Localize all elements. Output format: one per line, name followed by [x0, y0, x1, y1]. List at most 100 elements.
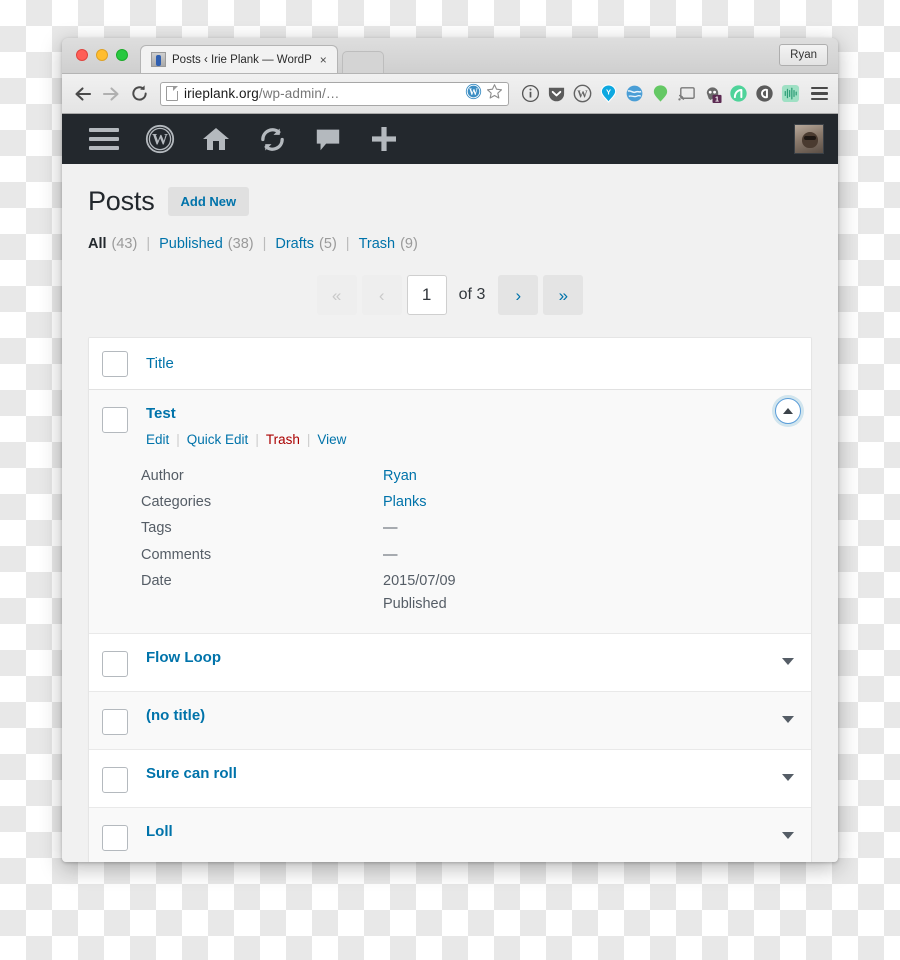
browser-tab-active[interactable]: Posts ‹ Irie Plank — WordP × — [140, 45, 338, 73]
wordpress-logo-icon[interactable]: W — [132, 114, 188, 164]
post-row-texts: (no title) — [146, 708, 798, 725]
row-action-view[interactable]: View — [317, 432, 346, 447]
bookmark-star-icon[interactable] — [486, 83, 503, 105]
row-action-quick-edit[interactable]: Quick Edit — [187, 432, 249, 447]
extensions-bar: W Y 1 — [517, 84, 800, 103]
wordpress-icon[interactable]: W — [465, 83, 482, 105]
expand-row-toggle[interactable] — [779, 710, 797, 728]
filter-trash[interactable]: Trash (9) — [359, 236, 418, 252]
next-page-button[interactable]: › — [498, 275, 539, 315]
post-row-main: Sure can roll — [89, 750, 811, 807]
table-row: Loll — [89, 808, 811, 862]
add-new-button[interactable]: Add New — [167, 187, 250, 216]
reload-icon[interactable] — [126, 81, 152, 107]
filter-published-label: Published — [159, 236, 223, 252]
minimize-window-button[interactable] — [96, 49, 108, 61]
close-window-button[interactable] — [76, 49, 88, 61]
detail-label: Categories — [141, 493, 212, 510]
chrome-menu-icon[interactable] — [808, 86, 830, 101]
browser-tab-strip: Posts ‹ Irie Plank — WordP × Ryan — [62, 38, 838, 74]
post-row-texts: Flow Loop — [146, 650, 798, 667]
back-arrow-icon[interactable] — [70, 81, 96, 107]
filter-published[interactable]: Published (38) — [159, 236, 253, 252]
evernote-icon[interactable] — [755, 84, 774, 103]
menu-toggle-icon[interactable] — [76, 114, 132, 164]
pocket-icon[interactable] — [547, 84, 566, 103]
post-title-link[interactable]: Loll — [146, 824, 798, 841]
page-title: Posts — [88, 186, 155, 216]
expand-row-toggle[interactable] — [779, 826, 797, 844]
comments-icon[interactable] — [300, 114, 356, 164]
current-page-input[interactable]: 1 — [406, 275, 447, 315]
new-content-icon[interactable] — [356, 114, 412, 164]
post-details: Author Ryan Categories Planks Tags — Com… — [89, 461, 811, 634]
filter-all-label: All — [88, 236, 107, 252]
updates-icon[interactable] — [244, 114, 300, 164]
ghostery-icon[interactable]: 1 — [703, 84, 722, 103]
prev-page-button: ‹ — [361, 275, 402, 315]
browser-window: Posts ‹ Irie Plank — WordP × Ryan iriepl… — [62, 38, 838, 862]
globe-icon[interactable] — [625, 84, 644, 103]
row-checkbox[interactable] — [102, 651, 128, 678]
filter-drafts-label: Drafts — [275, 236, 315, 252]
row-checkbox[interactable] — [102, 709, 128, 736]
row-action-edit[interactable]: Edit — [146, 432, 169, 447]
total-pages-label: of 3 — [458, 286, 486, 303]
chevron-down-icon — [782, 831, 794, 839]
yoast-icon[interactable]: Y — [599, 84, 618, 103]
filter-published-count: (38) — [227, 236, 254, 252]
url-text: irieplank.org/wp-admin/… — [184, 86, 459, 101]
last-page-button[interactable]: » — [543, 275, 584, 315]
chrome-profile-button[interactable]: Ryan — [779, 44, 828, 66]
filter-all-count: (43) — [111, 236, 138, 252]
filter-all[interactable]: All (43) — [88, 236, 137, 252]
filter-trash-count: (9) — [400, 236, 418, 252]
action-separator: | — [306, 431, 311, 447]
chromecast-icon[interactable] — [677, 84, 696, 103]
posts-table: Title Test Edit | Quick Edit | Trash | V… — [88, 337, 812, 862]
first-page-button: « — [316, 275, 357, 315]
post-title-link[interactable]: Test — [146, 405, 798, 423]
action-separator: | — [255, 431, 259, 447]
maximize-window-button[interactable] — [116, 49, 128, 61]
home-icon[interactable] — [188, 114, 244, 164]
chevron-up-icon — [783, 408, 793, 414]
address-bar[interactable]: irieplank.org/wp-admin/… W — [160, 81, 509, 106]
column-header-title[interactable]: Title — [146, 355, 174, 372]
soundwave-icon[interactable] — [781, 84, 800, 103]
chevron-down-icon — [782, 715, 794, 723]
table-row: Test Edit | Quick Edit | Trash | View Au… — [89, 390, 811, 635]
site-favicon — [151, 52, 166, 67]
close-icon[interactable]: × — [318, 54, 329, 66]
new-tab-button[interactable] — [341, 51, 384, 73]
adblock-icon[interactable] — [729, 84, 748, 103]
filter-drafts[interactable]: Drafts (5) — [275, 236, 336, 252]
row-checkbox[interactable] — [102, 825, 128, 852]
detail-value-categories[interactable]: Planks — [383, 491, 427, 513]
green-pin-icon[interactable] — [651, 84, 670, 103]
expand-row-toggle[interactable] — [779, 652, 797, 670]
post-status: Published — [383, 595, 447, 612]
expand-row-toggle[interactable] — [779, 768, 797, 786]
wordpress-icon[interactable]: W — [573, 84, 592, 103]
post-title-link[interactable]: Flow Loop — [146, 650, 798, 667]
collapse-row-toggle[interactable] — [775, 398, 801, 424]
info-circle-icon[interactable] — [521, 84, 540, 103]
post-row-texts: Sure can roll — [146, 766, 798, 783]
chevron-down-icon — [782, 657, 794, 665]
row-checkbox[interactable] — [102, 767, 128, 794]
detail-value-author[interactable]: Ryan — [383, 465, 417, 487]
detail-value-comments: — — [383, 546, 398, 563]
chevron-down-icon — [782, 773, 794, 781]
detail-value-date: 2015/07/09 Published — [383, 570, 456, 615]
svg-text:W: W — [577, 89, 588, 100]
post-row-main: Loll — [89, 808, 811, 862]
user-avatar[interactable] — [794, 124, 824, 154]
post-title-link[interactable]: Sure can roll — [146, 766, 798, 783]
table-header-row: Title — [89, 338, 811, 390]
post-title-link[interactable]: (no title) — [146, 708, 798, 725]
tab-title: Posts ‹ Irie Plank — WordP — [172, 53, 312, 66]
row-checkbox[interactable] — [102, 407, 128, 433]
select-all-checkbox[interactable] — [102, 350, 128, 377]
row-action-trash[interactable]: Trash — [266, 432, 300, 447]
